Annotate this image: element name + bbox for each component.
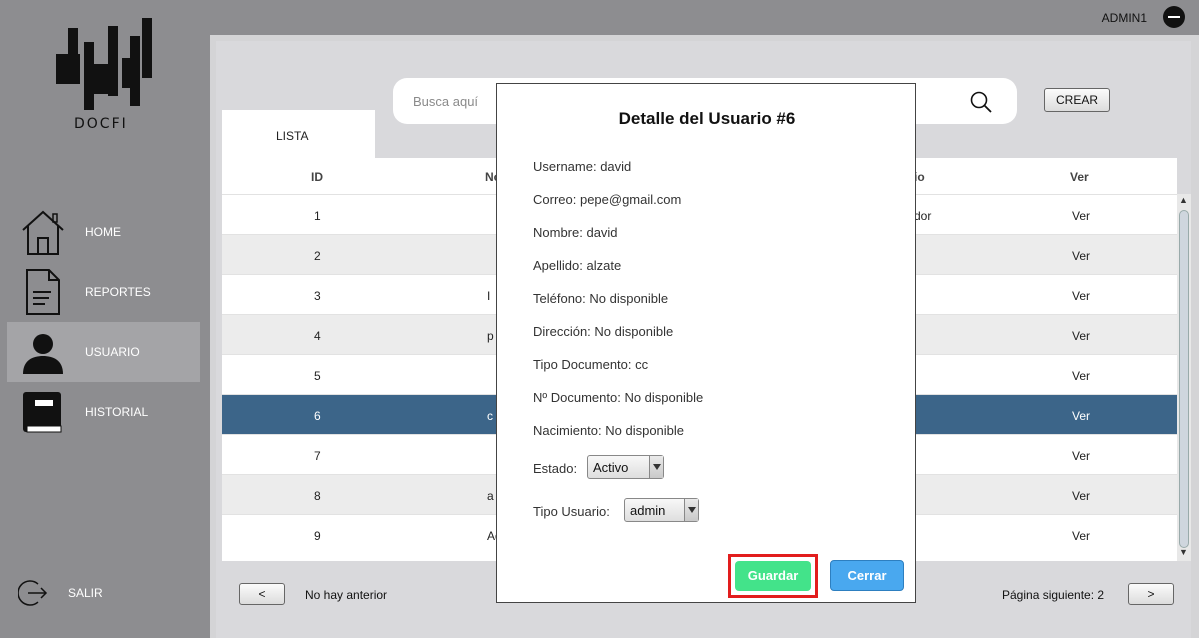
close-button[interactable]: Cerrar [830,560,904,591]
tab-label: LISTA [276,129,309,143]
logout-label: SALIR [68,586,103,600]
scroll-down-icon[interactable]: ▼ [1179,547,1188,557]
cell-id: 4 [314,329,321,343]
view-link[interactable]: Ver [1072,209,1090,223]
next-page-text: Página siguiente: 2 [1002,588,1105,602]
sidebar-item-label: USUARIO [85,345,140,359]
cell-id: 5 [314,369,321,383]
address-field: Dirección: No disponible [533,324,674,339]
lastname-field: Apellido: alzate [533,258,622,273]
search-placeholder: Busca aquí [413,94,479,109]
status-label: Estado: [533,461,578,476]
birth-field: Nacimiento: No disponible [533,423,685,438]
status-select[interactable]: Activo [587,455,664,479]
current-user: ADMIN1 [1101,11,1147,25]
chevron-down-icon [649,456,663,478]
scroll-thumb[interactable] [1179,210,1189,548]
cell-name: I [487,289,491,303]
user-menu-icon[interactable] [1163,6,1185,28]
document-icon [26,269,60,315]
logout-button[interactable]: SALIR [18,576,168,610]
cell-id: 3 [314,289,321,303]
cell-id: 2 [314,249,321,263]
cell-id: 7 [314,449,321,463]
view-link[interactable]: Ver [1072,529,1090,543]
sidebar-item-historial[interactable]: HISTORIAL [7,382,200,442]
cell-name: c [487,409,493,423]
cell-name: p [487,329,494,343]
usertype-value: admin [630,503,666,518]
view-link[interactable]: Ver [1072,329,1090,343]
sidebar: DOCFI HOME REPORTES USUARIO HISTORIAL SA… [0,0,210,638]
view-link[interactable]: Ver [1072,409,1090,423]
doc-type-field: Tipo Documento: cc [533,357,649,372]
view-link[interactable]: Ver [1072,449,1090,463]
save-button[interactable]: Guardar [735,561,811,591]
create-button[interactable]: CREAR [1044,88,1110,112]
logo-text: DOCFI [74,116,128,132]
save-button-highlight: Guardar [728,554,818,598]
table-scrollbar[interactable]: ▲ ▼ [1177,194,1191,561]
next-page-button[interactable]: > [1128,583,1174,605]
username-field: Username: david [533,159,632,174]
usertype-label: Tipo Usuario: [533,504,610,519]
user-detail-modal: Detalle del Usuario #6 Username: david C… [496,83,916,603]
logout-icon [18,580,48,606]
sidebar-item-label: REPORTES [85,285,151,299]
column-header-id: ID [311,170,323,184]
column-header-view: Ver [1070,170,1089,184]
status-value: Activo [593,460,629,475]
cell-id: 8 [314,489,321,503]
sidebar-item-reportes[interactable]: REPORTES [7,262,200,322]
cell-name: a [487,489,494,503]
name-field: Nombre: david [533,225,618,240]
prev-page-text: No hay anterior [305,588,388,602]
chevron-down-icon [684,499,698,521]
cell-role: dor [914,209,932,223]
sidebar-item-usuario[interactable]: USUARIO [7,322,200,382]
cell-id: 6 [314,409,321,423]
usertype-select[interactable]: admin [624,498,699,522]
view-link[interactable]: Ver [1072,489,1090,503]
doc-number-field: Nº Documento: No disponible [533,390,704,405]
sidebar-item-label: HOME [85,225,121,239]
home-icon [22,210,64,255]
user-icon [23,334,63,374]
book-icon [23,392,62,433]
sidebar-item-label: HISTORIAL [85,405,149,419]
scroll-up-icon[interactable]: ▲ [1179,195,1188,205]
cell-id: 9 [314,529,321,543]
prev-page-button[interactable]: < [239,583,285,605]
email-field: Correo: pepe@gmail.com [533,192,682,207]
view-link[interactable]: Ver [1072,289,1090,303]
tab-lista[interactable]: LISTA [222,110,375,158]
phone-field: Teléfono: No disponible [533,291,669,306]
search-icon[interactable] [969,90,993,114]
cell-id: 1 [314,209,321,223]
view-link[interactable]: Ver [1072,249,1090,263]
modal-title: Detalle del Usuario #6 [618,109,796,128]
sidebar-item-home[interactable]: HOME [7,202,200,262]
view-link[interactable]: Ver [1072,369,1090,383]
